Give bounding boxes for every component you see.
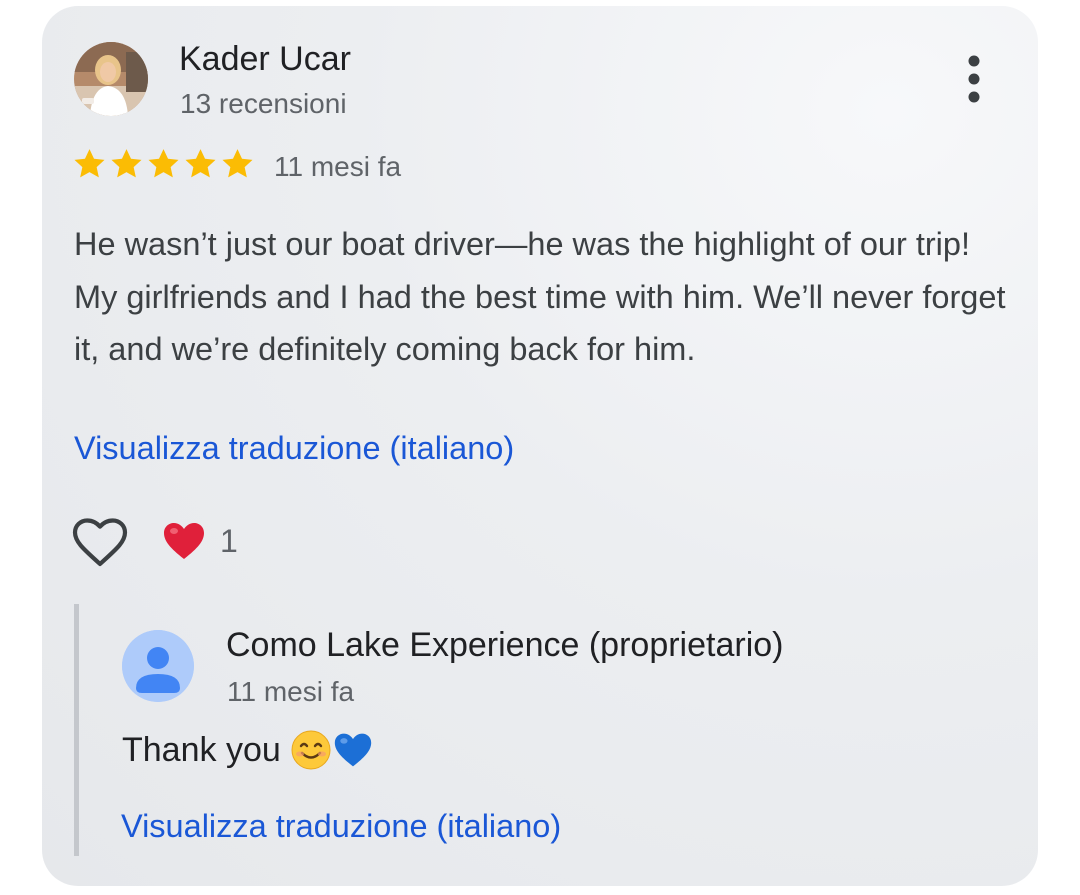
reaction-count: 1 (220, 522, 238, 559)
owner-view-translation-link[interactable]: Visualizza traduzione (italiano) (121, 808, 561, 845)
star-icon (222, 149, 253, 178)
owner-avatar[interactable] (122, 630, 194, 702)
star-icon (111, 149, 142, 178)
star-rating (72, 146, 255, 186)
review-card: Kader Ucar 13 recensioni 11 mesi fa He w… (42, 6, 1038, 886)
red-heart-emoji-icon (164, 523, 204, 559)
like-button[interactable] (72, 518, 128, 568)
owner-name: Como Lake Experience (proprietario) (226, 626, 784, 664)
reviewer-name[interactable]: Kader Ucar (179, 40, 351, 79)
more-options-button[interactable] (954, 54, 994, 104)
owner-reply-text: Thank you (122, 730, 373, 770)
reply-divider (74, 604, 79, 856)
smiling-face-icon (291, 730, 331, 770)
owner-reply-message: Thank you (122, 730, 281, 769)
review-time: 11 mesi fa (274, 151, 402, 182)
reviewer-avatar[interactable] (74, 42, 148, 116)
person-icon (122, 630, 194, 702)
owner-reply-time: 11 mesi fa (227, 676, 355, 707)
heart-outline-icon (72, 518, 128, 567)
review-text: He wasn’t just our boat driver—he was th… (74, 226, 1006, 367)
view-translation-link[interactable]: Visualizza traduzione (italiano) (74, 430, 514, 467)
blue-heart-icon (334, 733, 371, 767)
star-icon (74, 149, 105, 178)
more-vert-icon (968, 55, 980, 103)
star-icon (148, 149, 179, 178)
star-icon (185, 149, 216, 178)
reviewer-review-count: 13 recensioni (180, 88, 347, 119)
reaction-summary[interactable]: 1 (162, 520, 238, 562)
